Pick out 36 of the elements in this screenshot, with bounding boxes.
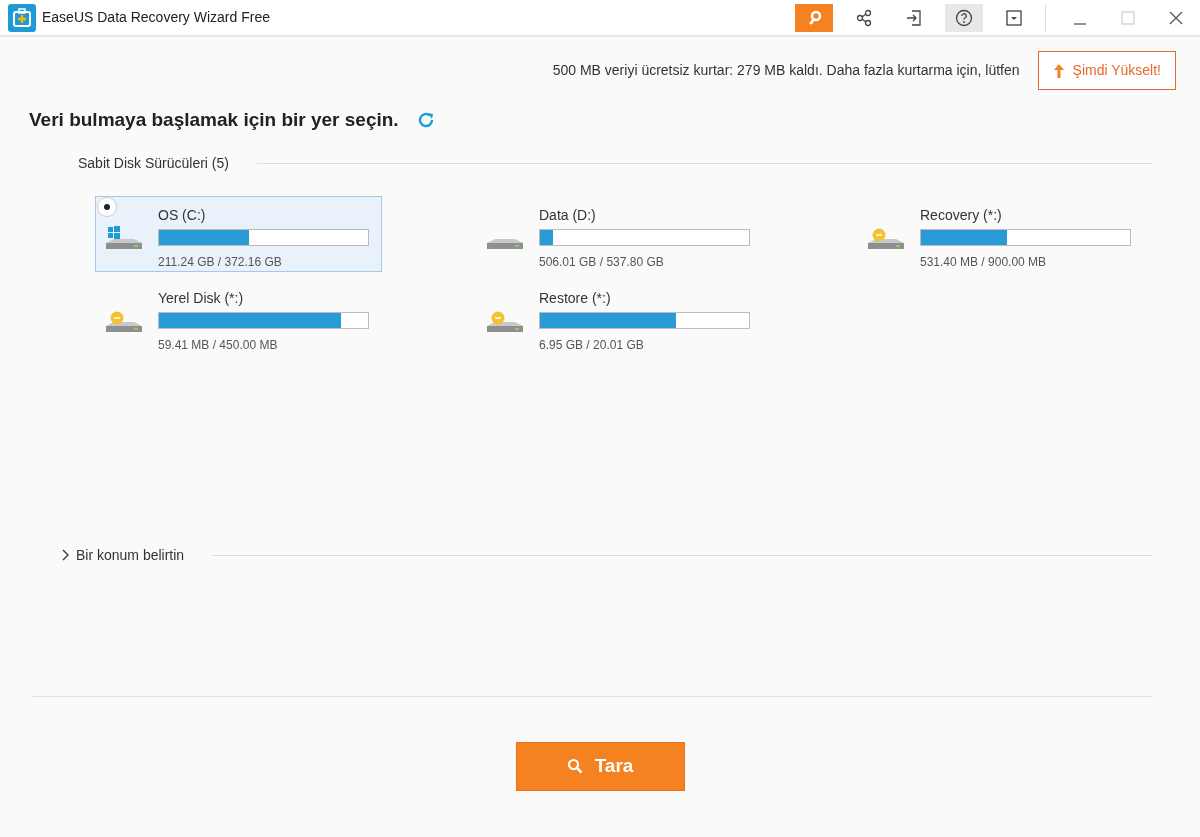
drive-warning-icon [868, 227, 904, 249]
dropdown-menu-icon[interactable] [1005, 8, 1023, 27]
section-title: Bir konum belirtin [76, 545, 185, 565]
drive-warning-icon [487, 310, 523, 332]
arrow-up-icon [1052, 62, 1065, 79]
drive-size: 211.24 GB / 372.16 GB [158, 253, 283, 271]
drive-name: Yerel Disk (*:) [158, 288, 245, 308]
help-icon[interactable] [955, 8, 973, 27]
drive-name: Recovery (*:) [920, 205, 1003, 225]
drive-name: Restore (*:) [539, 288, 612, 308]
share-icon[interactable] [855, 8, 873, 27]
refresh-icon[interactable] [416, 111, 435, 130]
drive-warning-icon [106, 310, 142, 332]
section-title: Sabit Disk Sürücüleri (5) [78, 153, 229, 173]
radio-button[interactable] [97, 196, 117, 217]
drive-size: 506.01 GB / 537.80 GB [539, 253, 665, 271]
drive-item[interactable]: Restore (*:) 6.95 GB / 20.01 GB [476, 278, 763, 355]
drive-item[interactable]: Yerel Disk (*:) 59.41 MB / 450.00 MB [95, 278, 382, 355]
close-icon[interactable] [1168, 9, 1184, 26]
quota-text: 500 MB veriyi ücretsiz kurtar: 279 MB kaldı. Daha fazla kurtarma için, lütfen [552, 61, 1020, 80]
drive-size: 531.40 MB / 900.00 MB [920, 253, 1048, 271]
drive-item[interactable]: Data (D:) 506.01 GB / 537.80 GB [476, 195, 763, 272]
window-title: EaseUS Data Recovery Wizard Free [42, 8, 270, 27]
drive-size: 59.41 MB / 450.00 MB [158, 336, 279, 354]
page-heading: Veri bulmaya başlamak için bir yer seçin. [29, 108, 399, 132]
drive-icon [487, 238, 523, 249]
drive-size: 6.95 GB / 20.01 GB [539, 336, 645, 354]
drive-name: OS (C:) [158, 205, 207, 225]
app-logo-icon [8, 3, 36, 32]
drive-item[interactable]: Recovery (*:) 531.40 MB / 900.00 MB [857, 195, 1144, 272]
drive-name: Data (D:) [539, 205, 597, 225]
search-icon [566, 758, 583, 774]
chevron-right-icon[interactable] [60, 549, 70, 561]
windows-drive-icon [106, 224, 142, 249]
sign-in-icon[interactable] [905, 8, 923, 27]
drive-item[interactable]: OS (C:) 211.24 GB / 372.16 GB [95, 195, 382, 272]
